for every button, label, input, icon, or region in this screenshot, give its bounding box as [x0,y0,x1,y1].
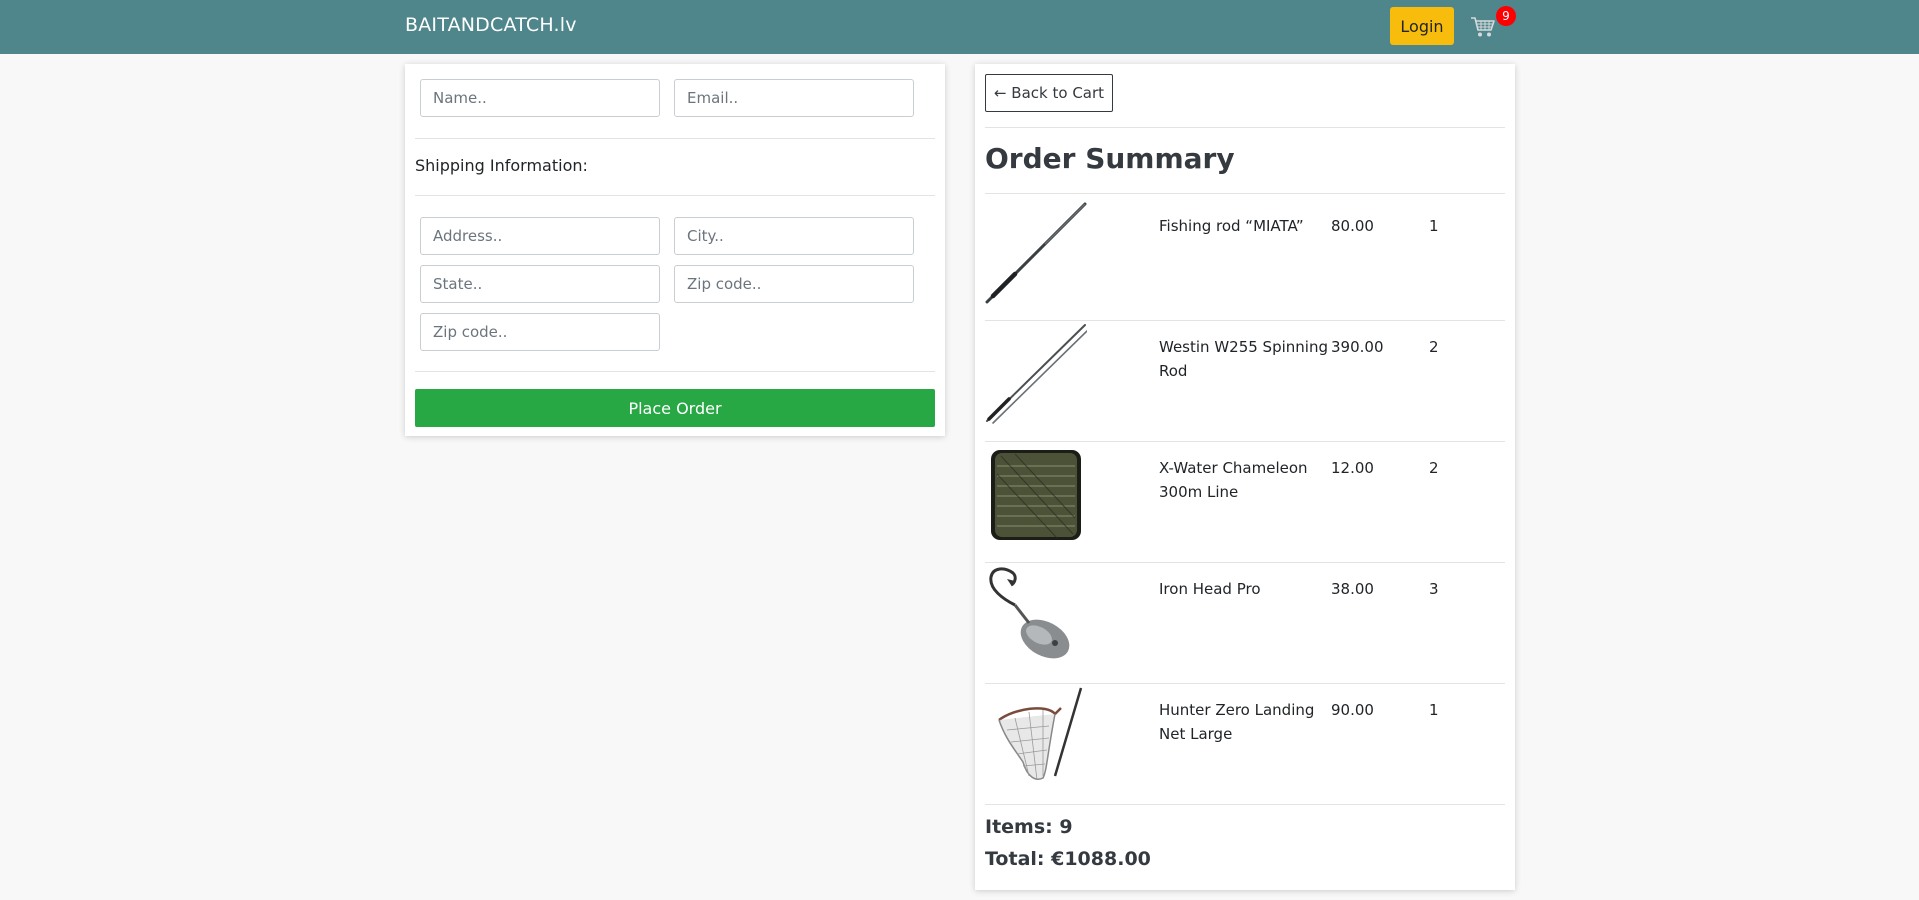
item-name: Fishing rod “MIATA” [1159,217,1304,235]
item-quantity: 2 [1429,459,1439,477]
checkout-form-card: Shipping Information: Place Order [405,64,945,436]
divider [415,371,935,372]
item-name: Iron Head Pro [1159,580,1261,598]
item-price: 12.00 [1331,459,1374,477]
zip-code-input[interactable] [674,265,914,303]
line-spool-icon [991,450,1081,540]
item-price: 390.00 [1331,338,1384,356]
place-order-button[interactable]: Place Order [415,389,935,427]
order-summary-card: ← Back to Cart Order Summary Fishing rod… [975,64,1515,890]
login-button[interactable]: Login [1390,7,1454,45]
item-price: 80.00 [1331,217,1374,235]
item-quantity: 1 [1429,217,1439,235]
order-item-row: Iron Head Pro 38.00 3 [985,557,1505,678]
items-count: Items: 9 [985,816,1073,838]
name-input[interactable] [420,79,660,117]
address-input[interactable] [420,217,660,255]
order-item-row: Hunter Zero Landing Net Large 90.00 1 [985,678,1505,799]
brand-logo[interactable]: BAITANDCATCH.lv [405,14,577,36]
cart-icon[interactable] [1470,15,1496,39]
order-total: Total: €1088.00 [985,848,1151,870]
item-price: 38.00 [1331,580,1374,598]
item-name: Hunter Zero Landing Net Large [1159,701,1315,743]
order-item-row: X-Water Chameleon 300m Line 12.00 2 [985,436,1505,557]
divider [415,195,935,196]
item-name: Westin W255 Spinning Rod [1159,338,1328,380]
order-item-row: Fishing rod “MIATA” 80.00 1 [985,194,1505,315]
divider [415,138,935,139]
order-item-row: Westin W255 Spinning Rod 390.00 2 [985,315,1505,436]
item-name: X-Water Chameleon 300m Line [1159,459,1308,501]
navbar: BAITANDCATCH.lv Login 9 [0,0,1919,54]
zip-code-input-2[interactable] [420,313,660,351]
state-input[interactable] [420,265,660,303]
email-input[interactable] [674,79,914,117]
item-quantity: 2 [1429,338,1439,356]
jig-head-icon [989,567,1070,659]
item-price: 90.00 [1331,701,1374,719]
city-input[interactable] [674,217,914,255]
divider [985,804,1505,805]
fishing-rod-icon [985,202,1087,304]
landing-net-icon [998,687,1083,781]
spinning-rod-icon [986,324,1087,424]
cart-count-badge: 9 [1496,6,1516,26]
item-quantity: 3 [1429,580,1439,598]
item-quantity: 1 [1429,701,1439,719]
shipping-info-label: Shipping Information: [415,156,588,175]
order-summary-title: Order Summary [985,142,1235,175]
back-to-cart-button[interactable]: ← Back to Cart [985,74,1113,112]
divider [985,127,1505,128]
